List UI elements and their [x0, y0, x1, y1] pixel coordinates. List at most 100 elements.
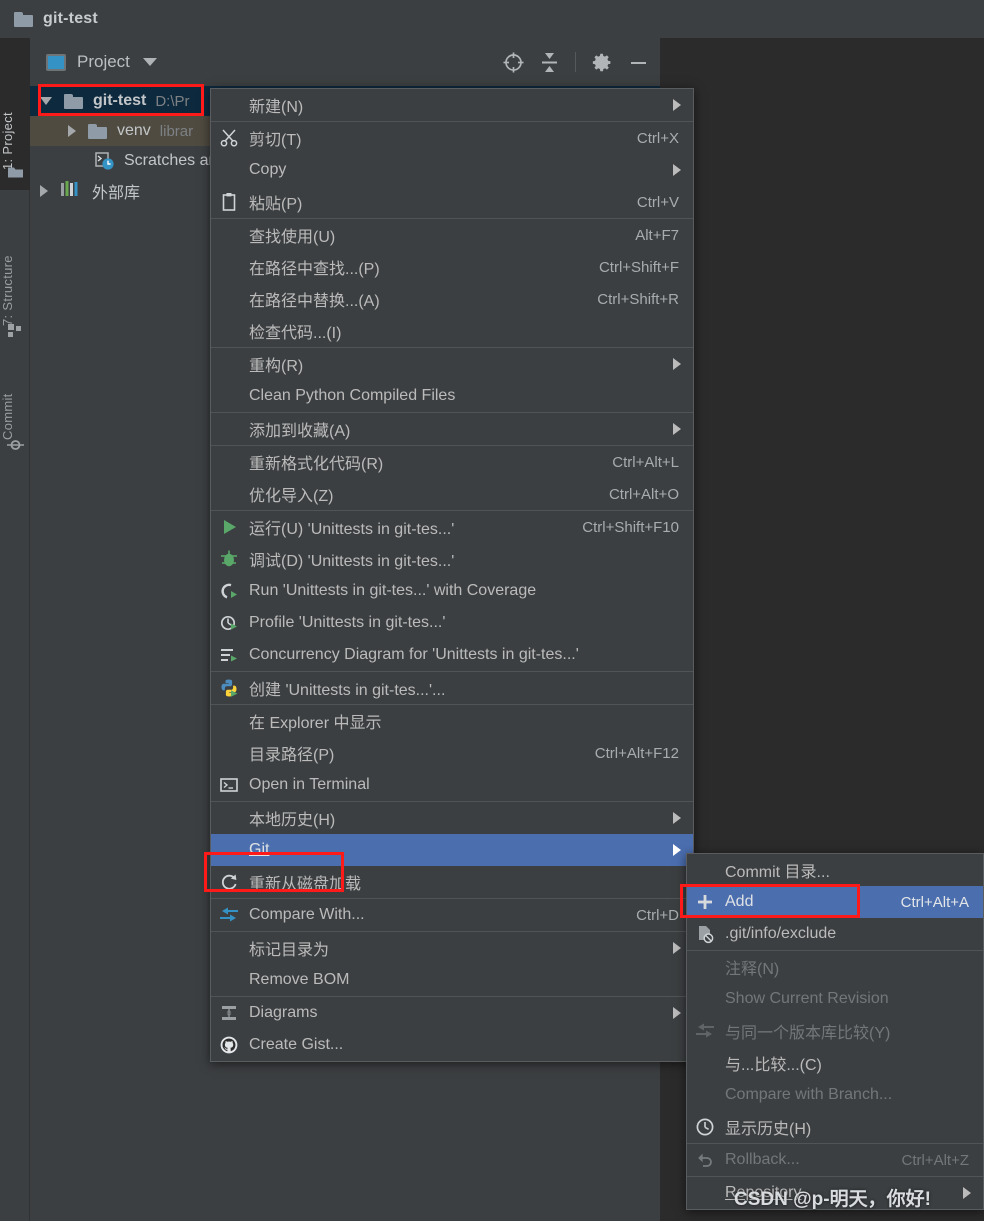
menu-item-label: Copy [249, 161, 287, 178]
menu-item-show-in-explorer[interactable]: 在 Explorer 中显示 [211, 705, 693, 737]
submenu-arrow-icon [673, 844, 681, 856]
menu-item-inspect-code[interactable]: 检查代码...(I) [211, 315, 693, 347]
menu-item-create-gist[interactable]: Create Gist... [211, 1029, 693, 1061]
rollback-icon [695, 1150, 715, 1170]
sidebar-item-commit[interactable]: Commit [0, 368, 30, 440]
submenu-arrow-icon [673, 1007, 681, 1019]
menu-item-profile[interactable]: Profile 'Unittests in git-tes...' [211, 607, 693, 639]
menu-item-label: Show Current Revision [725, 990, 889, 1007]
menu-item-label: 添加到收藏(A) [249, 423, 351, 440]
menu-item-label: Open in Terminal [249, 776, 370, 793]
menu-item-label: 在 Explorer 中显示 [249, 715, 382, 732]
menu-item-open-in-terminal[interactable]: Open in Terminal [211, 769, 693, 801]
sidebar-item-structure[interactable]: 7: Structure [0, 226, 30, 326]
menu-item-find-in-path[interactable]: 在路径中查找...(P) Ctrl+Shift+F [211, 251, 693, 283]
sidebar-item-project[interactable]: 1: Project [0, 86, 30, 170]
menu-item-label: 调试(D) 'Unittests in git-tes...' [249, 553, 455, 570]
menu-item-compare-with[interactable]: 与...比较...(C) [687, 1047, 983, 1079]
menu-item-concurrency-diagram[interactable]: Concurrency Diagram for 'Unittests in gi… [211, 639, 693, 671]
submenu-arrow-icon [673, 812, 681, 824]
menu-item-label: Compare with Branch... [725, 1086, 893, 1103]
menu-item-remove-bom[interactable]: Remove BOM [211, 964, 693, 996]
menu-item-label: Rollback... [725, 1151, 800, 1168]
cut-icon [219, 128, 239, 148]
menu-item-label: 在路径中查找...(P) [249, 261, 380, 278]
menu-item-label: 与同一个版本库比较(Y) [725, 1025, 891, 1042]
gear-icon[interactable] [592, 52, 613, 73]
folder-icon [88, 123, 107, 139]
external-libraries-icon [60, 180, 82, 202]
menu-item-rollback: Rollback... Ctrl+Alt+Z [687, 1144, 983, 1176]
toolbar-divider [575, 52, 576, 72]
menu-item-reformat-code[interactable]: 重新格式化代码(R) Ctrl+Alt+L [211, 446, 693, 478]
menu-item-replace-in-path[interactable]: 在路径中替换...(A) Ctrl+Shift+R [211, 283, 693, 315]
tree-row-detail: librar [159, 122, 194, 140]
paste-icon [219, 192, 239, 212]
menu-item-label: 创建 'Unittests in git-tes...'... [249, 682, 446, 699]
menu-item-label: 剪切(T) [249, 132, 302, 149]
context-menu: 新建(N) 剪切(T) Ctrl+X Copy 粘贴(P) Ctrl+V 查找使… [210, 88, 694, 1062]
collapse-all-icon[interactable] [540, 52, 559, 73]
menu-item-create-run-configuration[interactable]: 创建 'Unittests in git-tes...'... [211, 672, 693, 704]
menu-item-shortcut: Ctrl+Shift+R [597, 290, 679, 308]
menu-item-compare-with[interactable]: Compare With... Ctrl+D [211, 899, 693, 931]
locate-icon[interactable] [503, 52, 524, 73]
git-exclude-icon [695, 924, 715, 944]
menu-item-diagrams[interactable]: Diagrams [211, 997, 693, 1029]
menu-item-label: .git/info/exclude [725, 925, 837, 942]
menu-item-label: Compare With... [249, 906, 365, 923]
menu-item-label: 本地历史(H) [249, 812, 336, 829]
menu-item-compare-with-same-repository: 与同一个版本库比较(Y) [687, 1015, 983, 1047]
menu-item-shortcut: Ctrl+V [636, 193, 679, 211]
menu-item-label: Clean Python Compiled Files [249, 387, 456, 404]
menu-item-git-info-exclude[interactable]: .git/info/exclude [687, 918, 983, 950]
menu-item-label: Commit 目录... [725, 864, 830, 881]
chevron-down-icon[interactable] [142, 58, 157, 66]
menu-item-show-history[interactable]: 显示历史(H) [687, 1111, 983, 1143]
tree-row-label: 外部库 [92, 185, 141, 202]
scratches-icon [94, 151, 116, 171]
menu-item-directory-path[interactable]: 目录路径(P) Ctrl+Alt+F12 [211, 737, 693, 769]
folder-icon [64, 93, 83, 109]
project-panel-toolbar [503, 38, 648, 86]
history-clock-icon [695, 1117, 715, 1137]
menu-item-copy[interactable]: Copy [211, 154, 693, 186]
profile-icon [219, 613, 239, 633]
menu-item-debug[interactable]: 调试(D) 'Unittests in git-tes...' [211, 543, 693, 575]
menu-item-commit-directory[interactable]: Commit 目录... [687, 854, 983, 886]
submenu-arrow-icon [673, 164, 681, 176]
title-bar: git-test [0, 0, 984, 38]
menu-item-optimize-imports[interactable]: 优化导入(Z) Ctrl+Alt+O [211, 478, 693, 510]
menu-item-find-usages[interactable]: 查找使用(U) Alt+F7 [211, 219, 693, 251]
expand-arrow-icon[interactable] [68, 125, 76, 137]
menu-item-label: 优化导入(Z) [249, 488, 334, 505]
menu-item-label: 标记目录为 [249, 942, 330, 959]
menu-item-paste[interactable]: 粘贴(P) Ctrl+V [211, 186, 693, 218]
menu-item-add[interactable]: Add Ctrl+Alt+A [687, 886, 983, 918]
expand-arrow-icon[interactable] [40, 185, 48, 197]
menu-item-label: 注释(N) [725, 961, 780, 978]
menu-item-run-with-coverage[interactable]: Run 'Unittests in git-tes...' with Cover… [211, 575, 693, 607]
menu-item-label: 在路径中替换...(A) [249, 293, 380, 310]
add-plus-icon [695, 892, 715, 912]
menu-item-mark-directory-as[interactable]: 标记目录为 [211, 932, 693, 964]
menu-item-git[interactable]: Git [211, 834, 693, 866]
menu-item-cut[interactable]: 剪切(T) Ctrl+X [211, 122, 693, 154]
menu-item-refactor[interactable]: 重构(R) [211, 348, 693, 380]
menu-item-run[interactable]: 运行(U) 'Unittests in git-tes...' Ctrl+Shi… [211, 511, 693, 543]
menu-item-reload-from-disk[interactable]: 重新从磁盘加载 [211, 866, 693, 898]
project-view-icon [46, 53, 66, 71]
menu-item-add-to-favorites[interactable]: 添加到收藏(A) [211, 413, 693, 445]
minimize-icon[interactable] [629, 52, 648, 73]
project-panel-title: Project [77, 52, 130, 71]
menu-item-local-history[interactable]: 本地历史(H) [211, 802, 693, 834]
menu-item-new[interactable]: 新建(N) [211, 89, 693, 121]
menu-item-label: 重构(R) [249, 358, 304, 375]
menu-item-clean-python-compiled-files[interactable]: Clean Python Compiled Files [211, 380, 693, 412]
tree-row-label: venv [117, 122, 151, 139]
menu-item-label: 查找使用(U) [249, 229, 336, 246]
compare-icon [695, 1021, 715, 1041]
expand-arrow-icon[interactable] [40, 97, 52, 105]
menu-item-shortcut: Ctrl+Alt+A [900, 893, 969, 911]
commit-icon [7, 438, 24, 452]
